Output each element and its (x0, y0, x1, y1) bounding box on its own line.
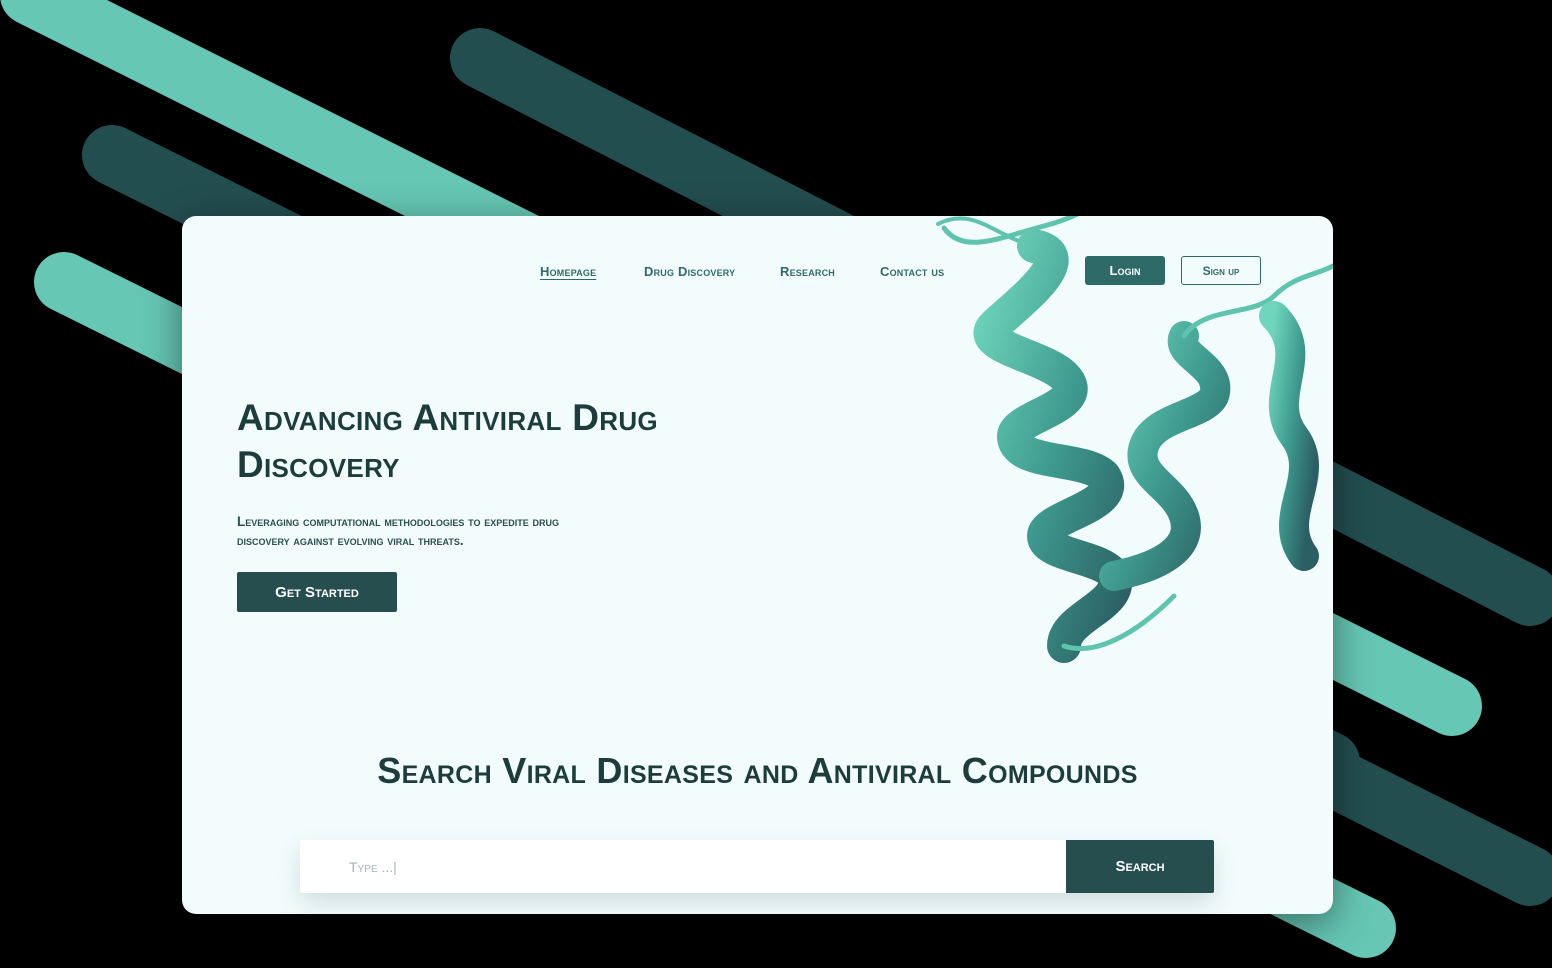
page-stage: Homepage Drug Discovery Research Contact… (0, 0, 1552, 968)
search-input[interactable] (300, 840, 1066, 893)
search-bar: Search (300, 840, 1214, 893)
nav-link-contact-us[interactable]: Contact us (880, 264, 944, 279)
main-card: Homepage Drug Discovery Research Contact… (182, 216, 1333, 914)
hero-subtitle-line2: discovery against evolving viral threats… (237, 533, 464, 548)
hero-title: Advancing Antiviral Drug Discovery (237, 394, 857, 488)
hero-subtitle: Leveraging computational methodologies t… (237, 512, 717, 550)
signup-button[interactable]: Sign up (1181, 256, 1261, 285)
hero-title-line1: Advancing Antiviral Drug (237, 397, 658, 438)
nav-link-research[interactable]: Research (780, 264, 835, 279)
nav-link-homepage[interactable]: Homepage (540, 264, 596, 279)
protein-helix-illustration (936, 216, 1333, 663)
nav-link-drug-discovery[interactable]: Drug Discovery (644, 264, 735, 279)
hero-subtitle-line1: Leveraging computational methodologies t… (237, 514, 560, 529)
search-section-title: Search Viral Diseases and Antiviral Comp… (377, 750, 1138, 791)
search-button[interactable]: Search (1066, 840, 1214, 893)
hero-title-line2: Discovery (237, 444, 400, 485)
get-started-button[interactable]: Get Started (237, 572, 397, 612)
login-button[interactable]: Login (1085, 256, 1165, 285)
